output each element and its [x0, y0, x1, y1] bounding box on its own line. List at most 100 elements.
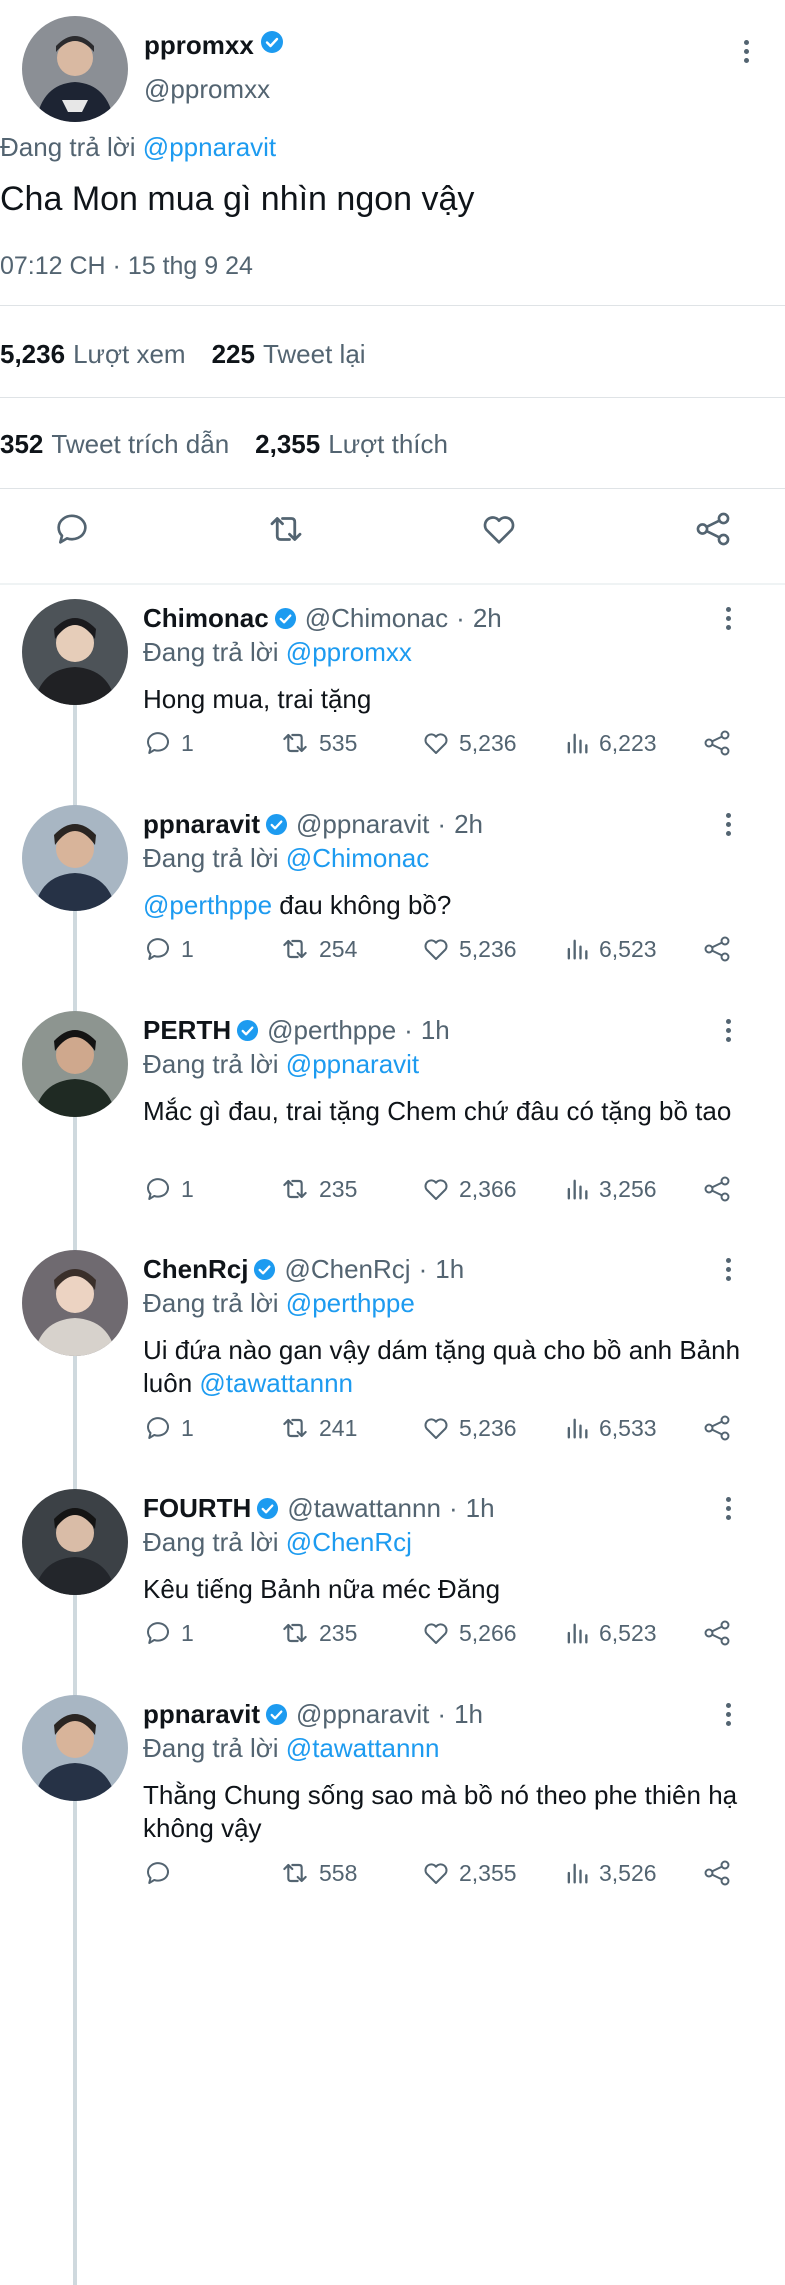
share-button[interactable] — [701, 927, 733, 971]
like-button[interactable]: 2,366 — [421, 1167, 517, 1211]
reply-time[interactable]: 1h — [454, 1699, 483, 1730]
reply-time[interactable]: 2h — [454, 809, 483, 840]
more-options-icon[interactable] — [711, 1252, 745, 1286]
reply-icon — [147, 1622, 169, 1644]
author-name[interactable]: PERTH — [143, 1015, 231, 1046]
avatar[interactable] — [22, 805, 128, 911]
more-options-icon[interactable] — [711, 1013, 745, 1047]
avatar[interactable] — [22, 1250, 128, 1356]
reply-button[interactable]: 1 — [143, 1167, 194, 1211]
retweet-button[interactable]: 235 — [279, 1167, 357, 1211]
like-count: 5,236 — [459, 1414, 517, 1441]
share-button[interactable] — [701, 1167, 733, 1211]
reply-text: Ui đứa nào gan vậy dám tặng quà cho bồ a… — [143, 1334, 763, 1400]
share-button[interactable] — [701, 721, 733, 765]
replying-to-mention[interactable]: @ChenRcj — [286, 1527, 412, 1557]
replying-to: Đang trả lời @ppnaravit — [0, 132, 276, 163]
reply-action-bar: 1 235 5,266 6,523 — [143, 1611, 785, 1655]
author-handle[interactable]: @tawattannn — [287, 1493, 441, 1524]
reply-button[interactable] — [143, 1851, 181, 1895]
analytics-icon — [567, 1623, 588, 1644]
retweet-icon[interactable] — [262, 505, 310, 553]
separator-dot: · — [418, 1254, 428, 1284]
reply-time[interactable]: 2h — [473, 603, 502, 634]
like-icon[interactable] — [475, 505, 523, 553]
tweet-timestamp[interactable]: 07:12 CH · 15 thg 9 24 — [0, 252, 253, 281]
views-button[interactable]: 6,533 — [563, 1406, 657, 1450]
reply-button[interactable]: 1 — [143, 927, 194, 971]
reply-icon — [147, 732, 169, 754]
quotes-stat[interactable]: 352 Tweet trích dẫn — [0, 429, 229, 460]
main-author-handle[interactable]: @ppromxx — [144, 74, 270, 105]
more-options-icon[interactable] — [729, 34, 763, 68]
author-handle[interactable]: @ppnaravit — [296, 1699, 429, 1730]
author-handle[interactable]: @Chimonac — [305, 603, 448, 634]
replying-to: Đang trả lời @ChenRcj — [143, 1527, 412, 1558]
author-handle[interactable]: @ChenRcj — [284, 1254, 410, 1285]
replying-to-mention[interactable]: @ppromxx — [286, 637, 412, 667]
share-button[interactable] — [701, 1851, 733, 1895]
reply-time[interactable]: 1h — [435, 1254, 464, 1285]
more-options-icon[interactable] — [711, 807, 745, 841]
reply-text-mention[interactable]: @tawattannn — [199, 1368, 353, 1398]
like-button[interactable]: 5,236 — [421, 1406, 517, 1450]
author-name[interactable]: ppnaravit — [143, 809, 260, 840]
author-name[interactable]: Chimonac — [143, 603, 269, 634]
like-count: 5,266 — [459, 1619, 517, 1646]
more-options-icon[interactable] — [711, 601, 745, 635]
reply-button[interactable]: 1 — [143, 1611, 194, 1655]
likes-stat[interactable]: 2,355 Lượt thích — [255, 429, 448, 460]
more-options-icon[interactable] — [711, 1697, 745, 1731]
retweets-stat[interactable]: 225 Tweet lại — [212, 339, 366, 370]
views-button[interactable]: 6,523 — [563, 1611, 657, 1655]
replying-to-mention[interactable]: @perthppe — [286, 1288, 415, 1318]
reply-button[interactable]: 1 — [143, 1406, 194, 1450]
author-handle[interactable]: @ppnaravit — [296, 809, 429, 840]
replying-to-mention[interactable]: @tawattannn — [286, 1733, 440, 1763]
avatar[interactable] — [22, 599, 128, 705]
like-button[interactable]: 5,266 — [421, 1611, 517, 1655]
avatar[interactable] — [22, 1695, 128, 1801]
retweet-button[interactable]: 558 — [279, 1851, 357, 1895]
author-name[interactable]: FOURTH — [143, 1493, 251, 1524]
views-button[interactable]: 6,223 — [563, 721, 657, 765]
avatar[interactable] — [22, 1011, 128, 1117]
retweet-button[interactable]: 254 — [279, 927, 357, 971]
author-name[interactable]: ppnaravit — [143, 1699, 260, 1730]
replying-to-mention[interactable]: @Chimonac — [286, 843, 429, 873]
like-button[interactable]: 2,355 — [421, 1851, 517, 1895]
replying-to-mention[interactable]: @ppnaravit — [143, 132, 276, 162]
like-count: 2,366 — [459, 1175, 517, 1202]
retweet-button[interactable]: 235 — [279, 1611, 357, 1655]
reply-time[interactable]: 1h — [466, 1493, 495, 1524]
reply-time[interactable]: 1h — [421, 1015, 450, 1046]
reply-icon[interactable] — [48, 505, 96, 553]
divider — [0, 488, 785, 489]
views-button[interactable]: 3,256 — [563, 1167, 657, 1211]
retweet-button[interactable]: 241 — [279, 1406, 357, 1450]
more-options-icon[interactable] — [711, 1491, 745, 1525]
verified-badge-icon — [274, 607, 297, 630]
avatar[interactable] — [22, 16, 128, 122]
retweet-count: 535 — [319, 729, 358, 756]
verified-badge-icon — [256, 1497, 279, 1520]
share-icon[interactable] — [689, 505, 737, 553]
like-button[interactable]: 5,236 — [421, 721, 517, 765]
share-button[interactable] — [701, 1406, 733, 1450]
author-handle[interactable]: @perthppe — [267, 1015, 396, 1046]
share-button[interactable] — [701, 1611, 733, 1655]
reply-button[interactable]: 1 — [143, 721, 194, 765]
retweet-button[interactable]: 535 — [279, 721, 357, 765]
avatar[interactable] — [22, 1489, 128, 1595]
like-button[interactable]: 5,236 — [421, 927, 517, 971]
like-icon — [424, 939, 448, 960]
main-author-name[interactable]: ppromxx — [144, 30, 284, 61]
views-button[interactable]: 6,523 — [563, 927, 657, 971]
author-name[interactable]: ChenRcj — [143, 1254, 248, 1285]
retweet-icon — [283, 1623, 307, 1643]
replying-to-mention[interactable]: @ppnaravit — [286, 1049, 419, 1079]
views-button[interactable]: 3,526 — [563, 1851, 657, 1895]
reply-text-mention[interactable]: @perthppe — [143, 890, 272, 920]
analytics-icon — [567, 1418, 588, 1439]
views-stat[interactable]: 5,236 Lượt xem — [0, 339, 186, 370]
